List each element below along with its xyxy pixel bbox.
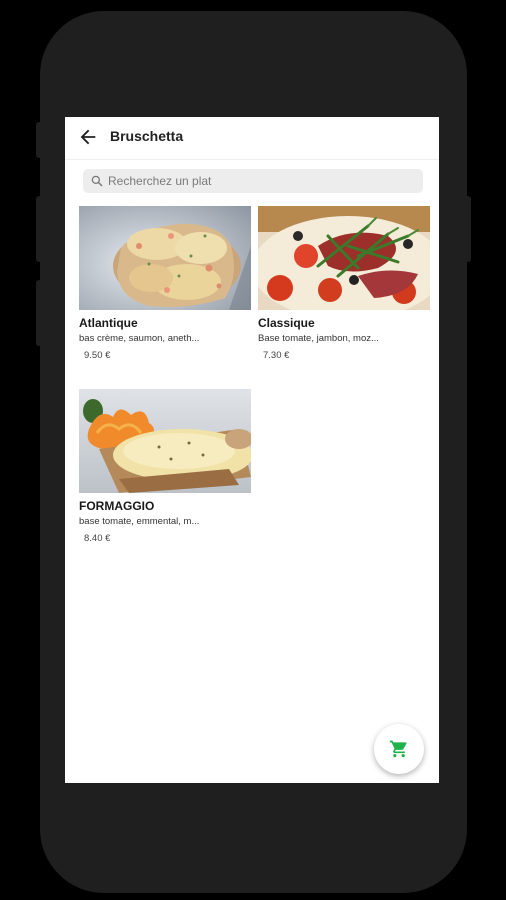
shopping-cart-icon — [389, 740, 407, 758]
phone-side-button — [36, 196, 42, 262]
app-screen: Bruschetta Recherchez un plat Atlantique… — [65, 117, 439, 783]
product-description: base tomate, emmental, m... — [79, 516, 200, 527]
product-description: Base tomate, jambon, moz... — [258, 333, 379, 344]
product-name: Classique — [258, 316, 315, 330]
product-image — [258, 206, 430, 310]
product-price: 7.30 € — [263, 350, 290, 361]
page-title: Bruschetta — [110, 128, 184, 144]
search-icon — [91, 175, 103, 187]
product-name: Atlantique — [79, 316, 138, 330]
product-price: 8.40 € — [84, 533, 111, 544]
phone-side-button — [36, 122, 42, 158]
product-card-classique[interactable]: Classique Base tomate, jambon, moz... 7.… — [258, 206, 430, 361]
app-bar: Bruschetta — [65, 117, 439, 160]
product-card-formaggio[interactable]: FORMAGGIO base tomate, emmental, m... 8.… — [79, 389, 251, 544]
search-bar[interactable] — [83, 169, 423, 193]
product-image — [79, 389, 251, 493]
phone-side-button — [36, 280, 42, 346]
product-description: bas crème, saumon, aneth... — [79, 333, 200, 344]
search-input[interactable] — [108, 172, 408, 190]
phone-power-button — [465, 196, 471, 262]
product-name: FORMAGGIO — [79, 499, 155, 513]
product-card-atlantique[interactable]: Atlantique bas crème, saumon, aneth... 9… — [79, 206, 251, 361]
cart-button[interactable] — [374, 724, 424, 774]
arrow-left-icon — [80, 129, 96, 145]
product-price: 9.50 € — [84, 350, 111, 361]
product-image — [79, 206, 251, 310]
back-button[interactable] — [77, 126, 99, 148]
